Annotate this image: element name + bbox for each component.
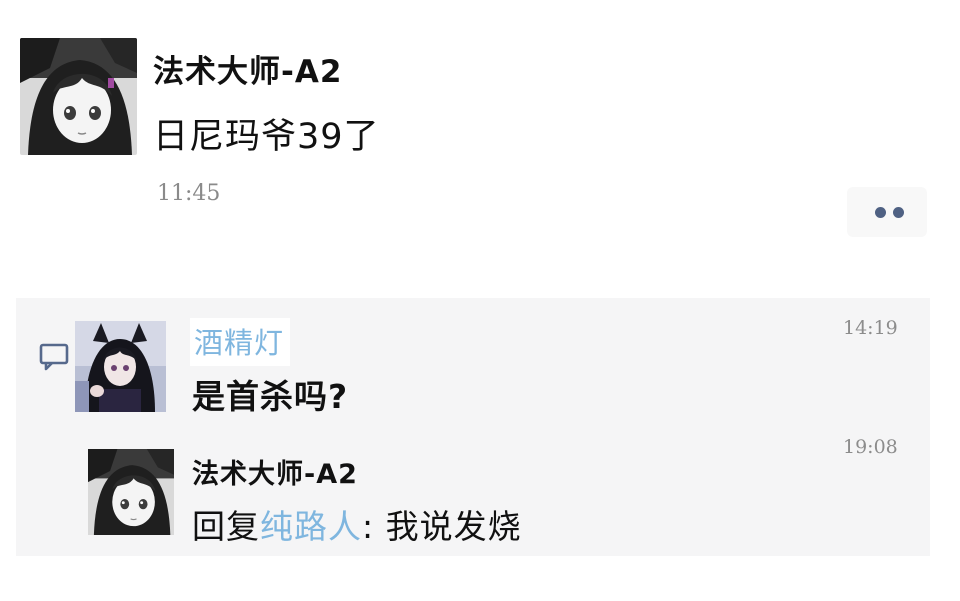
more-dots-icon — [875, 207, 886, 218]
commenter-name[interactable]: 酒精灯 — [194, 326, 284, 360]
post-time: 11:45 — [157, 181, 221, 206]
anime-catgirl-avatar-image — [75, 321, 166, 412]
reply-author-name[interactable]: 法术大师-A2 — [192, 452, 358, 491]
reply-text: 回复纯路人: 我说发烧 — [192, 500, 522, 548]
reply-body: 我说发烧 — [385, 507, 522, 546]
anime-girl-avatar-image — [88, 449, 174, 535]
post-author-avatar[interactable] — [20, 38, 137, 155]
reply-time: 19:08 — [843, 436, 898, 458]
more-options-button[interactable] — [847, 187, 927, 237]
reply-prefix: 回复 — [192, 507, 260, 546]
reply-separator: : — [362, 507, 386, 546]
reply-mention-link[interactable]: 纯路人 — [260, 507, 362, 546]
reply-author-avatar[interactable] — [88, 449, 174, 535]
comment-bubble-icon — [39, 343, 69, 371]
comment-time: 14:19 — [843, 317, 898, 339]
comment-text: 是首杀吗? — [192, 377, 349, 416]
post-content: 日尼玛爷39了 — [153, 117, 380, 157]
post-author-name[interactable]: 法术大师-A2 — [153, 46, 342, 91]
more-dots-icon — [893, 207, 904, 218]
anime-girl-avatar-image — [20, 38, 137, 155]
moment-page: 法术大师-A2 日尼玛爷39了 11:45 酒精灯 是首杀吗? 14:19 法术… — [0, 0, 960, 601]
commenter-avatar[interactable] — [75, 321, 166, 412]
commenter-name-box[interactable]: 酒精灯 — [190, 318, 291, 366]
